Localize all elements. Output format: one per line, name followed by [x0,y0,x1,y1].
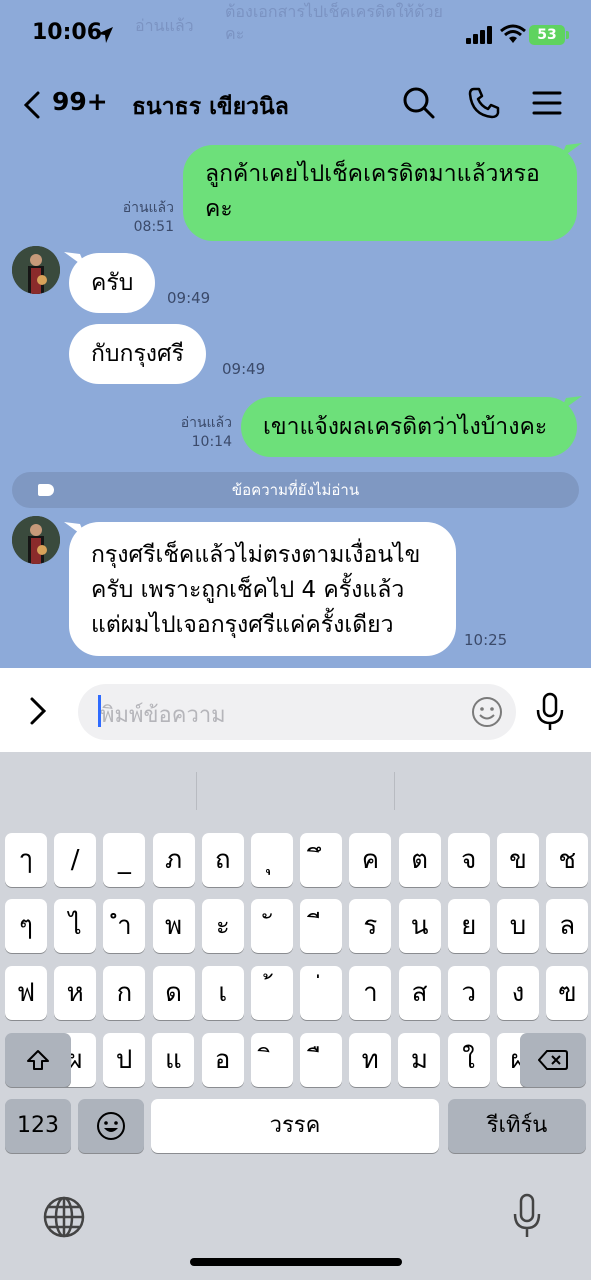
phone-call-icon[interactable] [467,86,501,120]
keyboard-key[interactable]: บ [497,899,539,953]
keyboard-key[interactable]: ั [251,899,293,953]
status-bar: 10:06 53 [0,0,591,70]
keyboard-key[interactable]: ไ [54,899,97,953]
keyboard-key[interactable]: ค [349,833,392,887]
suggestion-divider [394,772,395,810]
keyboard-key[interactable]: ช [546,833,589,887]
keyboard-key[interactable]: ป [103,1033,146,1087]
read-receipt: อ่านแล้ว [180,415,232,431]
return-key[interactable]: รีเทิร์น [448,1099,586,1153]
message-time: 08:51 [133,219,174,235]
keyboard-key[interactable]: ท [349,1033,392,1087]
their-message-bubble[interactable]: ครับ [69,253,156,313]
keyboard-key[interactable]: ล [546,899,589,953]
message-time: 10:14 [191,434,232,450]
keyboard-key[interactable]: ะ [201,899,244,953]
keyboard-key[interactable]: ถ [201,833,244,887]
keyboard-key[interactable]: ฟ [5,966,47,1020]
message-meta: อ่านแล้ว 08:51 [100,199,174,237]
chat-area: อ่านแล้ว ต้องเอกสารไปเช็คเครดิตให้ด้วย ค… [0,0,591,668]
keyboard-key[interactable]: ม [398,1033,441,1087]
keyboard-key[interactable]: อ [201,1033,244,1087]
keyboard-key[interactable]: เ [201,966,244,1020]
text-cursor [98,695,101,727]
keyboard-key[interactable]: ส [398,966,441,1020]
suggestion-divider [196,772,197,810]
numbers-key[interactable]: 123 [5,1099,71,1153]
my-message-bubble[interactable]: ลูกค้าเคยไปเช็คเครดิตมาแล้วหรอ คะ [183,145,577,241]
keyboard-key[interactable]: ิ [250,1033,293,1087]
keyboard-key[interactable]: ้ [251,966,293,1020]
bubble-tail [560,396,582,412]
keyboard-key[interactable]: ย [447,899,490,953]
keyboard-key[interactable]: พ [152,899,195,953]
message-input-placeholder: พิมพ์ข้อความ [100,703,226,728]
wifi-icon [500,24,526,43]
message-meta: อ่านแล้ว 10:14 [158,414,232,452]
keyboard-key[interactable]: ง [497,966,539,1020]
keyboard-key[interactable]: ข [497,833,539,887]
message-time: 09:49 [222,360,266,378]
keyboard-key[interactable]: ด [152,966,195,1020]
space-key[interactable]: วรรค [151,1099,439,1153]
tag-icon [38,484,54,496]
keyboard-key[interactable]: ำ [103,899,146,953]
keyboard-key[interactable]: ต [398,833,441,887]
status-time: 10:06 [32,20,103,45]
keyboard-key[interactable]: ร [349,899,392,953]
keyboard-key[interactable]: ฃ [546,966,589,1020]
keyboard-key[interactable]: ใ [447,1033,490,1087]
search-icon[interactable] [402,86,436,120]
message-time: 10:25 [464,631,508,649]
message-time: 09:49 [167,289,211,307]
expand-chevron-icon[interactable] [28,696,48,726]
keyboard-key[interactable]: า [349,966,392,1020]
globe-icon[interactable] [42,1195,86,1239]
emoji-keyboard-key[interactable] [78,1099,144,1153]
microphone-icon[interactable] [533,692,567,732]
keyboard-key[interactable]: ึ [300,833,343,887]
keyboard-key[interactable]: / [54,833,97,887]
location-arrow-icon [97,27,113,43]
unread-count[interactable]: 99+ [52,87,108,116]
contact-avatar[interactable] [12,246,60,294]
home-indicator [190,1258,402,1266]
contact-avatar[interactable] [12,516,60,564]
unread-divider-label: ข้อความที่ยังไม่อ่าน [231,481,360,499]
keyboard-key[interactable]: ก [103,966,146,1020]
backspace-key[interactable] [520,1033,586,1087]
my-message-bubble[interactable]: เขาแจ้งผลเครดิตว่าไงบ้างคะ [241,397,577,457]
keyboard-key[interactable]: จ [447,833,490,887]
keyboard-key[interactable]: _ [103,833,146,887]
read-receipt: อ่านแล้ว [122,200,174,216]
keyboard-key[interactable]: แ [152,1033,195,1087]
keyboard-key[interactable]: ื [300,1033,342,1087]
keyboard-key[interactable]: ี [300,899,343,953]
keyboard-key[interactable]: ว [447,966,490,1020]
keyboard-key[interactable]: ๅ [5,833,47,887]
keyboard-key[interactable]: ๆ [5,899,47,953]
emoji-icon[interactable] [470,695,504,729]
dictation-microphone-icon[interactable] [510,1193,544,1239]
keyboard-key[interactable]: ุ [251,833,293,887]
bubble-tail [560,143,582,159]
battery-icon: 53 [529,25,569,45]
their-message-bubble[interactable]: กรุงศรีเช็คแล้วไม่ตรงตามเงื่อนไข ครับ เพ… [69,522,456,656]
keyboard-key[interactable]: ่ [300,966,343,1020]
cellular-signal-icon [466,26,492,44]
unread-divider: ข้อความที่ยังไม่อ่าน [12,472,579,508]
keyboard-key[interactable]: น [398,899,441,953]
menu-icon[interactable] [530,86,564,120]
keyboard-key[interactable]: ภ [152,833,195,887]
their-message-bubble[interactable]: กับกรุงศรี [69,324,206,384]
contact-name[interactable]: ธนาธร เขียวนิล [132,89,289,125]
shift-key[interactable] [5,1033,71,1087]
back-chevron-icon[interactable] [22,90,42,120]
keyboard-key[interactable]: ห [54,966,97,1020]
